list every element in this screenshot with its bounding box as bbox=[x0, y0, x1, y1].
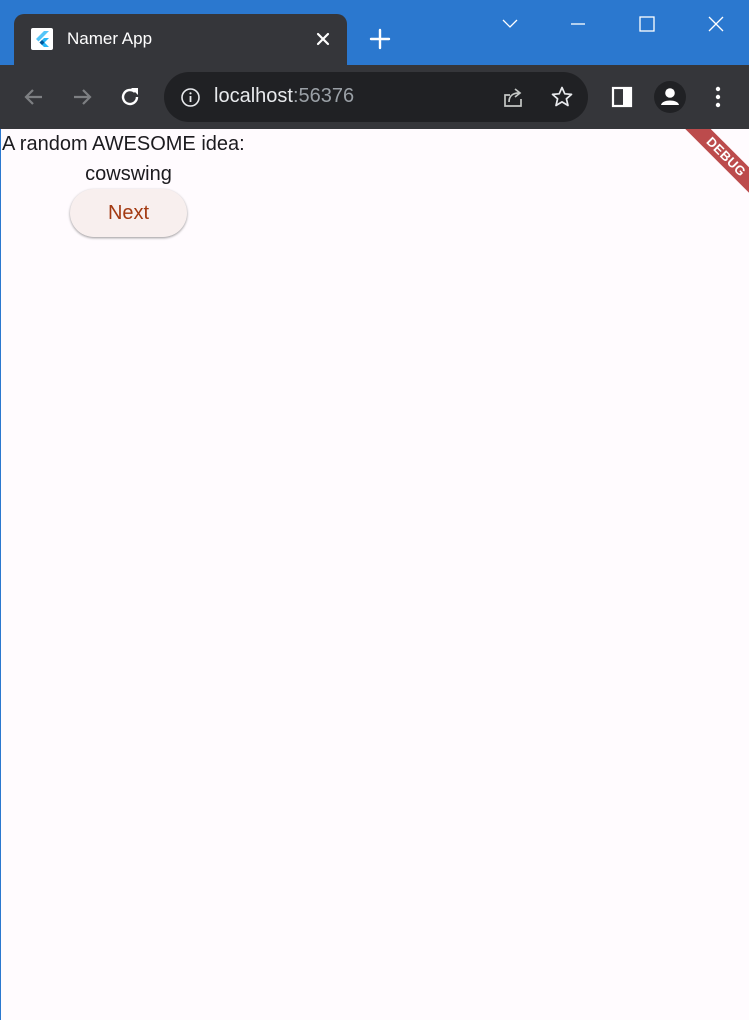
maximize-icon[interactable] bbox=[635, 12, 659, 36]
kebab-menu-icon[interactable] bbox=[705, 84, 731, 110]
word-pair-text: cowswing bbox=[85, 163, 172, 185]
share-icon[interactable] bbox=[501, 85, 525, 109]
browser-toolbar: localhost:56376 bbox=[0, 65, 749, 129]
reload-icon[interactable] bbox=[117, 84, 143, 110]
profile-icon[interactable] bbox=[654, 81, 686, 113]
minimize-icon[interactable] bbox=[566, 12, 590, 36]
browser-tab[interactable]: Namer App bbox=[14, 14, 347, 65]
tab-title: Namer App bbox=[67, 29, 153, 48]
close-icon[interactable] bbox=[314, 30, 332, 48]
url-port: :56376 bbox=[292, 85, 355, 107]
star-icon[interactable] bbox=[550, 85, 574, 109]
plus-icon[interactable] bbox=[368, 27, 392, 51]
side-panel-icon[interactable] bbox=[609, 84, 635, 110]
window-title-bar: Namer App bbox=[0, 0, 749, 65]
debug-banner: DEBUG bbox=[659, 129, 749, 219]
chevron-down-icon[interactable] bbox=[498, 12, 522, 36]
app-page: A random AWESOME idea: cowswing Next DEB… bbox=[1, 129, 749, 1020]
idea-caption: A random AWESOME idea: bbox=[2, 133, 245, 155]
url-text: localhost:56376 bbox=[214, 85, 354, 108]
close-window-icon[interactable] bbox=[704, 12, 728, 36]
arrow-right-icon[interactable] bbox=[69, 84, 95, 110]
debug-banner-label: DEBUG bbox=[677, 129, 749, 206]
flutter-logo-icon bbox=[31, 28, 53, 50]
address-bar[interactable]: localhost:56376 bbox=[164, 72, 588, 122]
next-button[interactable]: Next bbox=[70, 189, 187, 237]
url-host: localhost bbox=[214, 85, 293, 107]
arrow-left-icon[interactable] bbox=[21, 84, 47, 110]
info-icon[interactable] bbox=[180, 87, 201, 108]
